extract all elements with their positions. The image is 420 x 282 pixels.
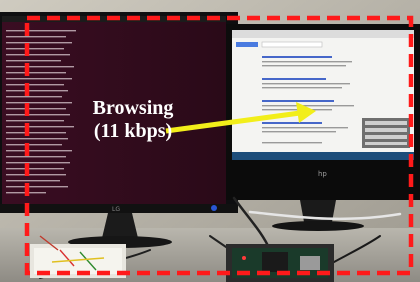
browsing-label: Browsing (11 kbps): [78, 97, 188, 143]
power-led: [211, 205, 217, 211]
left-monitor-logo: LG: [112, 206, 120, 213]
right-monitor: hp: [226, 24, 420, 231]
label-line-2: (11 kbps): [93, 120, 173, 142]
right-monitor-logo: hp: [318, 170, 327, 178]
photo-scene: LG hp: [0, 0, 420, 282]
fpga-board: [226, 244, 334, 282]
label-line-1: Browsing: [92, 97, 174, 119]
